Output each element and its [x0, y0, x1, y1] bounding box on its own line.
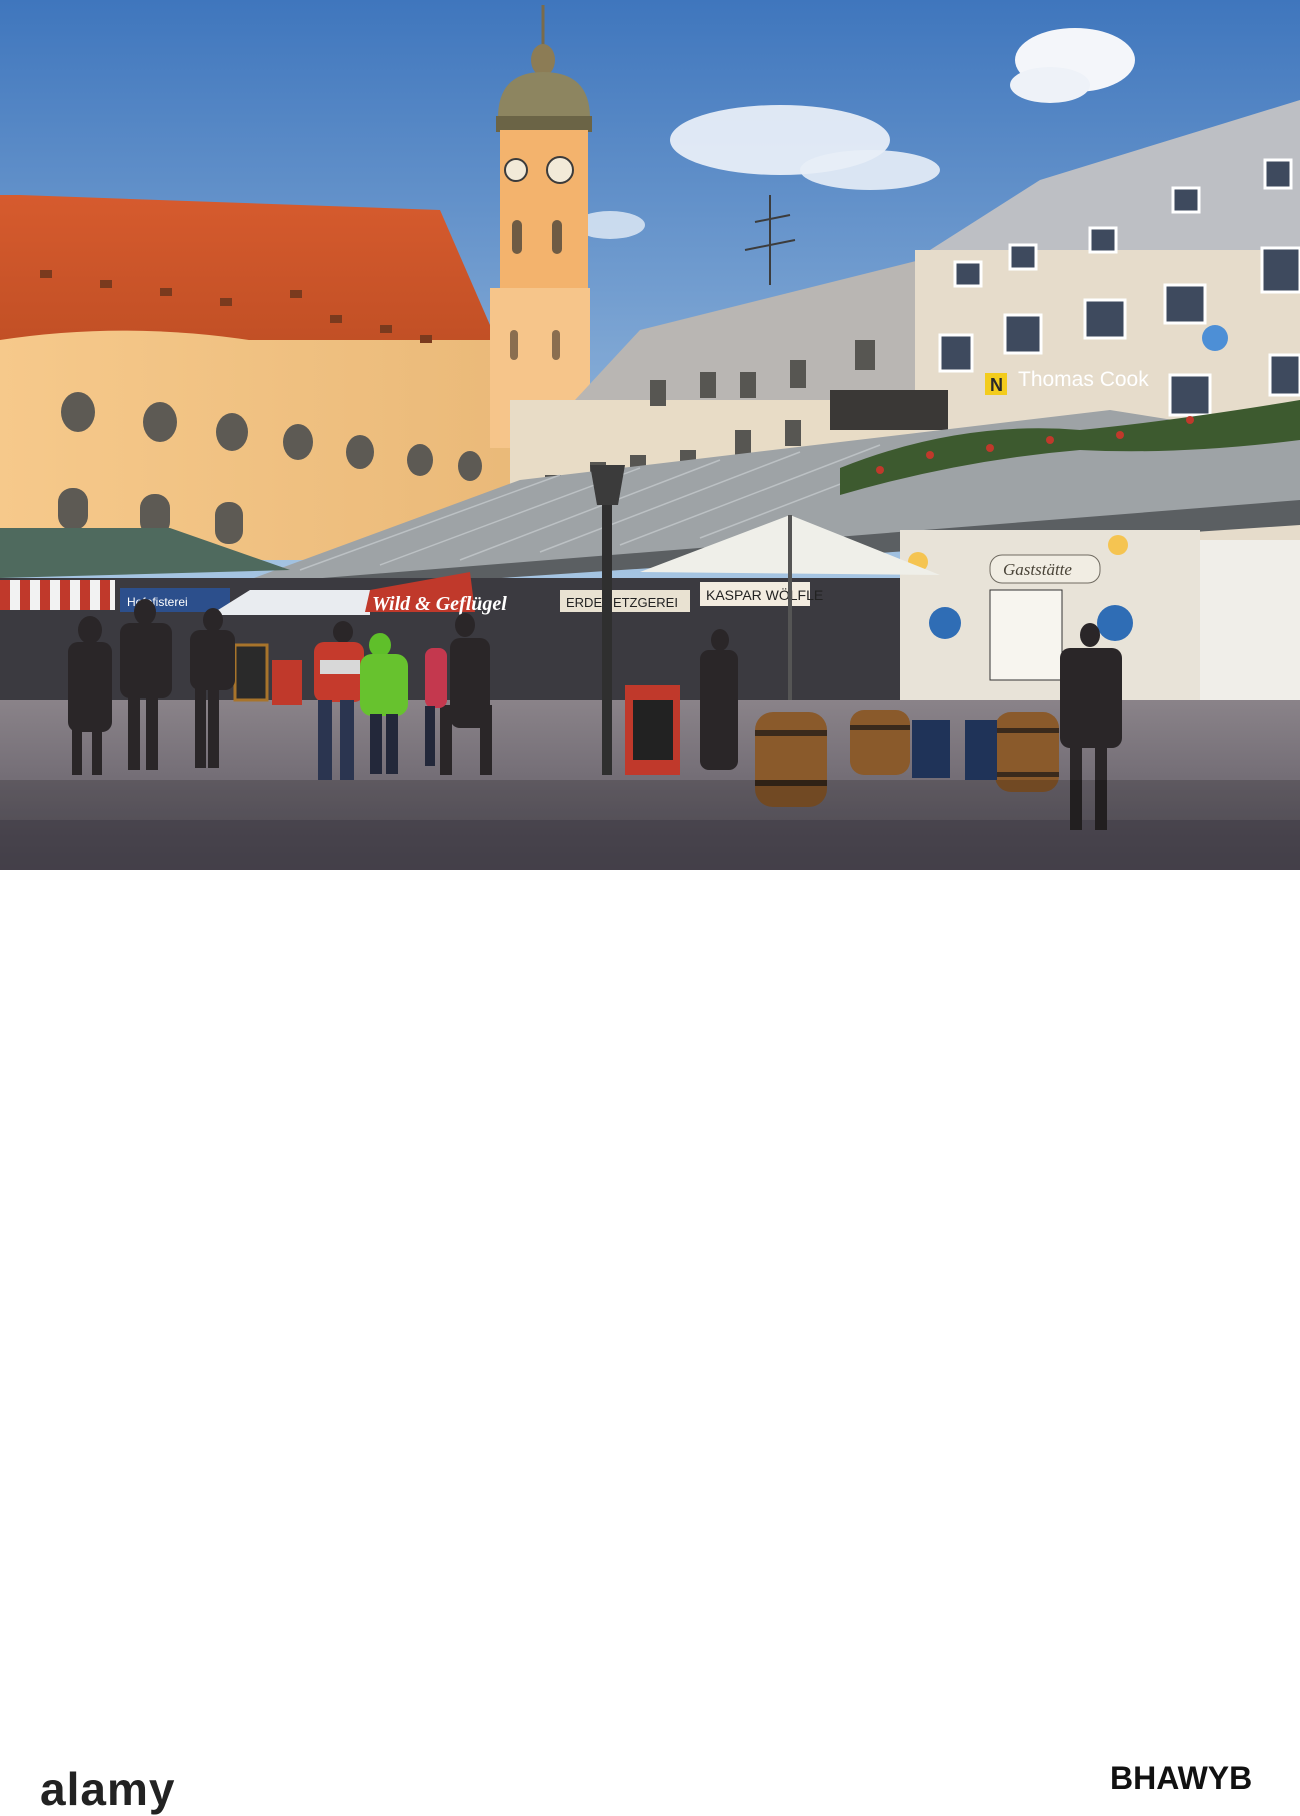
kaspar-woelfle-sign: KASPAR WÖLFLE	[706, 586, 823, 603]
watermark-strip: alamy BHAWYB	[0, 870, 1300, 1815]
image-id: BHAWYB	[1110, 1760, 1253, 1796]
alamy-logo: alamy	[40, 1763, 176, 1815]
thomas-cook-sign: Thomas Cook	[1018, 368, 1149, 391]
gaststaette-sign: Gaststätte	[1003, 560, 1072, 579]
market-square-photo: N Thomas Cook Hofpfisterei Wild & Geflüg…	[0, 0, 1300, 870]
wild-gefluegel-sign: Wild & Geflügel	[372, 593, 507, 615]
svg-text:N: N	[990, 375, 1003, 395]
metzgerei-sign: ERDEMETZGEREI	[566, 595, 678, 610]
